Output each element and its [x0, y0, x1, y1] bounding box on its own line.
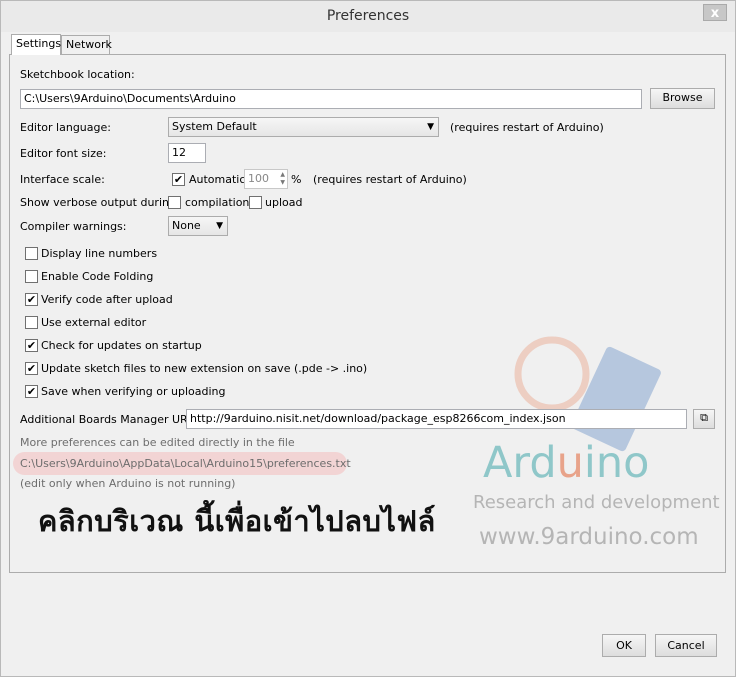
check-icon: ✔ [173, 173, 184, 186]
scale-spinner[interactable]: 100 ▲ ▼ [244, 169, 288, 189]
option-label: Verify code after upload [41, 293, 173, 306]
editor-language-value: System Default [172, 120, 257, 133]
editor-language-label: Editor language: [20, 121, 111, 134]
boards-url-edit-button[interactable]: ⧉ [693, 409, 715, 429]
compiler-warnings-label: Compiler warnings: [20, 220, 127, 233]
language-restart-note: (requires restart of Arduino) [450, 121, 604, 134]
verbose-output-label: Show verbose output during: [20, 196, 180, 209]
boards-manager-url-input[interactable]: http://9arduino.nisit.net/download/packa… [186, 409, 687, 429]
spinner-arrows-icon: ▲ ▼ [280, 171, 285, 186]
watermark-brand: Arduino [483, 438, 649, 488]
option-label: Use external editor [41, 316, 147, 329]
edit-note: (edit only when Arduino is not running) [20, 477, 236, 490]
browse-button[interactable]: Browse [650, 88, 715, 109]
update-extension-checkbox[interactable]: ✔ [25, 362, 38, 375]
chevron-down-icon: ▼ [216, 221, 223, 231]
watermark-tagline: Research and development [473, 492, 720, 513]
sketchbook-input[interactable]: C:\Users\9Arduino\Documents\Arduino [20, 89, 642, 109]
cancel-button[interactable]: Cancel [655, 634, 717, 657]
boards-manager-label: Additional Boards Manager URLs: [20, 413, 204, 426]
option-label: Update sketch files to new extension on … [41, 362, 368, 375]
verify-after-upload-checkbox[interactable]: ✔ [25, 293, 38, 306]
scale-value: 100 [248, 172, 269, 185]
watermark-url: www.9arduino.com [479, 524, 699, 550]
font-size-label: Editor font size: [20, 147, 107, 160]
automatic-scale-checkbox[interactable]: ✔ [172, 173, 185, 186]
option-label: Save when verifying or uploading [41, 385, 226, 398]
check-icon: ✔ [26, 385, 37, 398]
more-preferences-note: More preferences can be edited directly … [20, 436, 295, 449]
ok-button[interactable]: OK [602, 634, 646, 657]
verbose-upload-checkbox[interactable] [249, 196, 262, 209]
check-updates-checkbox[interactable]: ✔ [25, 339, 38, 352]
title-bar: Preferences x [1, 1, 735, 32]
compiler-warnings-select[interactable]: None ▼ [168, 216, 228, 236]
window-icon: ⧉ [700, 411, 708, 424]
option-label: Enable Code Folding [41, 270, 154, 283]
compiler-warnings-value: None [172, 219, 201, 232]
verbose-compilation-checkbox[interactable] [168, 196, 181, 209]
interface-scale-label: Interface scale: [20, 173, 105, 186]
font-size-input[interactable]: 12 [168, 143, 206, 163]
tab-network[interactable]: Network [61, 35, 112, 54]
check-icon: ✔ [26, 293, 37, 306]
scale-restart-note: (requires restart of Arduino) [313, 173, 467, 186]
watermark-brand-suffix: ino [583, 438, 650, 488]
verbose-compilation-label: compilation [185, 196, 250, 209]
sketchbook-label: Sketchbook location: [20, 68, 135, 81]
preferences-file-path[interactable]: C:\Users\9Arduino\AppData\Local\Arduino1… [20, 457, 351, 470]
option-label: Display line numbers [41, 247, 158, 260]
annotation-text: คลิกบริเวณ นี้เพื่อเข้าไปลบไฟล์ [38, 504, 436, 538]
preferences-window: Preferences x Settings Network Sketchboo… [0, 0, 736, 677]
tab-settings[interactable]: Settings [11, 34, 61, 55]
window-title: Preferences [326, 8, 410, 24]
arduino-board-watermark [514, 336, 661, 452]
editor-language-select[interactable]: System Default ▼ [168, 117, 439, 137]
close-button[interactable]: x [703, 4, 727, 21]
display-line-numbers-checkbox[interactable] [25, 247, 38, 260]
watermark-brand-prefix: Ard [483, 438, 557, 488]
option-label: Check for updates on startup [41, 339, 202, 352]
automatic-scale-label: Automatic [189, 173, 246, 186]
check-icon: ✔ [26, 362, 37, 375]
scale-unit: % [291, 173, 302, 186]
verbose-upload-label: upload [265, 196, 303, 209]
save-when-verifying-checkbox[interactable]: ✔ [25, 385, 38, 398]
code-folding-checkbox[interactable] [25, 270, 38, 283]
external-editor-checkbox[interactable] [25, 316, 38, 329]
watermark-brand-highlight: u [556, 438, 584, 488]
chevron-down-icon: ▼ [427, 122, 434, 132]
check-icon: ✔ [26, 339, 37, 352]
